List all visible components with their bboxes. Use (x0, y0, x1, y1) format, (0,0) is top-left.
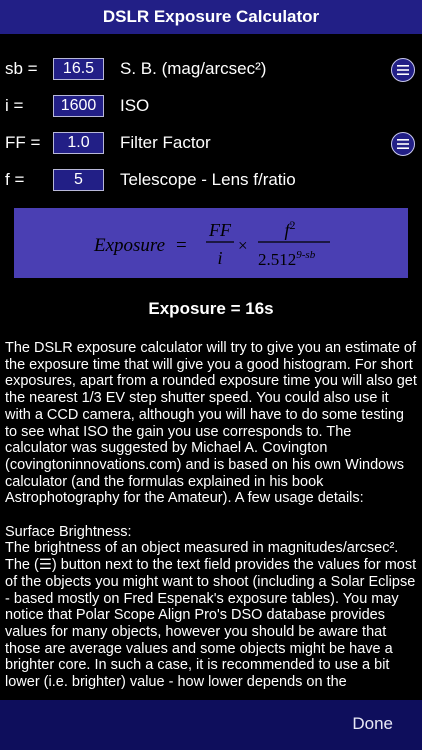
list-icon (397, 65, 409, 75)
f-ratio-label: Telescope - Lens f/ratio (120, 170, 296, 189)
input-row-filter-factor: FF = 1.0 Filter Factor (0, 127, 422, 159)
formula-frac1-numerator: FF (208, 220, 232, 240)
formula-equals: = (176, 235, 187, 256)
f-symbol: f = (5, 170, 25, 189)
sb-input[interactable]: 16.5 (53, 58, 104, 80)
page-title: DSLR Exposure Calculator (102, 7, 320, 26)
input-row-iso: i = 1600 ISO (0, 90, 422, 122)
sb-label: S. B. (mag/arcsec²) (120, 59, 267, 78)
formula-lhs: Exposure (93, 235, 165, 256)
iso-label: ISO (120, 96, 150, 115)
f-ratio-input[interactable]: 5 (53, 169, 104, 191)
exposure-formula: Exposure = FF i × f2 2.5129-sb (93, 218, 330, 269)
filter-factor-list-button[interactable] (391, 132, 415, 156)
formula-panel: Exposure = FF i × f2 2.5129-sb (14, 208, 408, 278)
iso-symbol: i = (5, 96, 24, 115)
list-icon (397, 139, 409, 149)
formula-frac1-denominator: i (217, 248, 222, 268)
formula-frac2-numerator: f2 (284, 218, 295, 240)
bottom-toolbar: Done (0, 700, 422, 750)
filter-factor-label: Filter Factor (120, 133, 211, 152)
filter-factor-input[interactable]: 1.0 (53, 132, 104, 154)
ff-symbol: FF = (5, 133, 41, 152)
description-text: The DSLR exposure calculator will try to… (5, 340, 417, 691)
sb-symbol: sb = (5, 59, 38, 78)
formula-frac2-denominator: 2.5129-sb (258, 249, 316, 269)
input-row-sb: sb = 16.5 S. B. (mag/arcsec²) (0, 53, 422, 85)
input-row-f-ratio: f = 5 Telescope - Lens f/ratio (0, 164, 422, 196)
formula-times: × (238, 236, 248, 255)
description-paragraph-surface-brightness: The brightness of an object measured in … (5, 540, 417, 691)
title-bar: DSLR Exposure Calculator (0, 0, 422, 34)
done-button[interactable]: Done (352, 714, 393, 734)
description-paragraph-intro: The DSLR exposure calculator will try to… (5, 340, 417, 507)
surface-brightness-heading: Surface Brightness: (5, 523, 132, 540)
sb-list-button[interactable] (391, 58, 415, 82)
exposure-result: Exposure = 16s (148, 299, 274, 318)
iso-input[interactable]: 1600 (53, 95, 104, 117)
